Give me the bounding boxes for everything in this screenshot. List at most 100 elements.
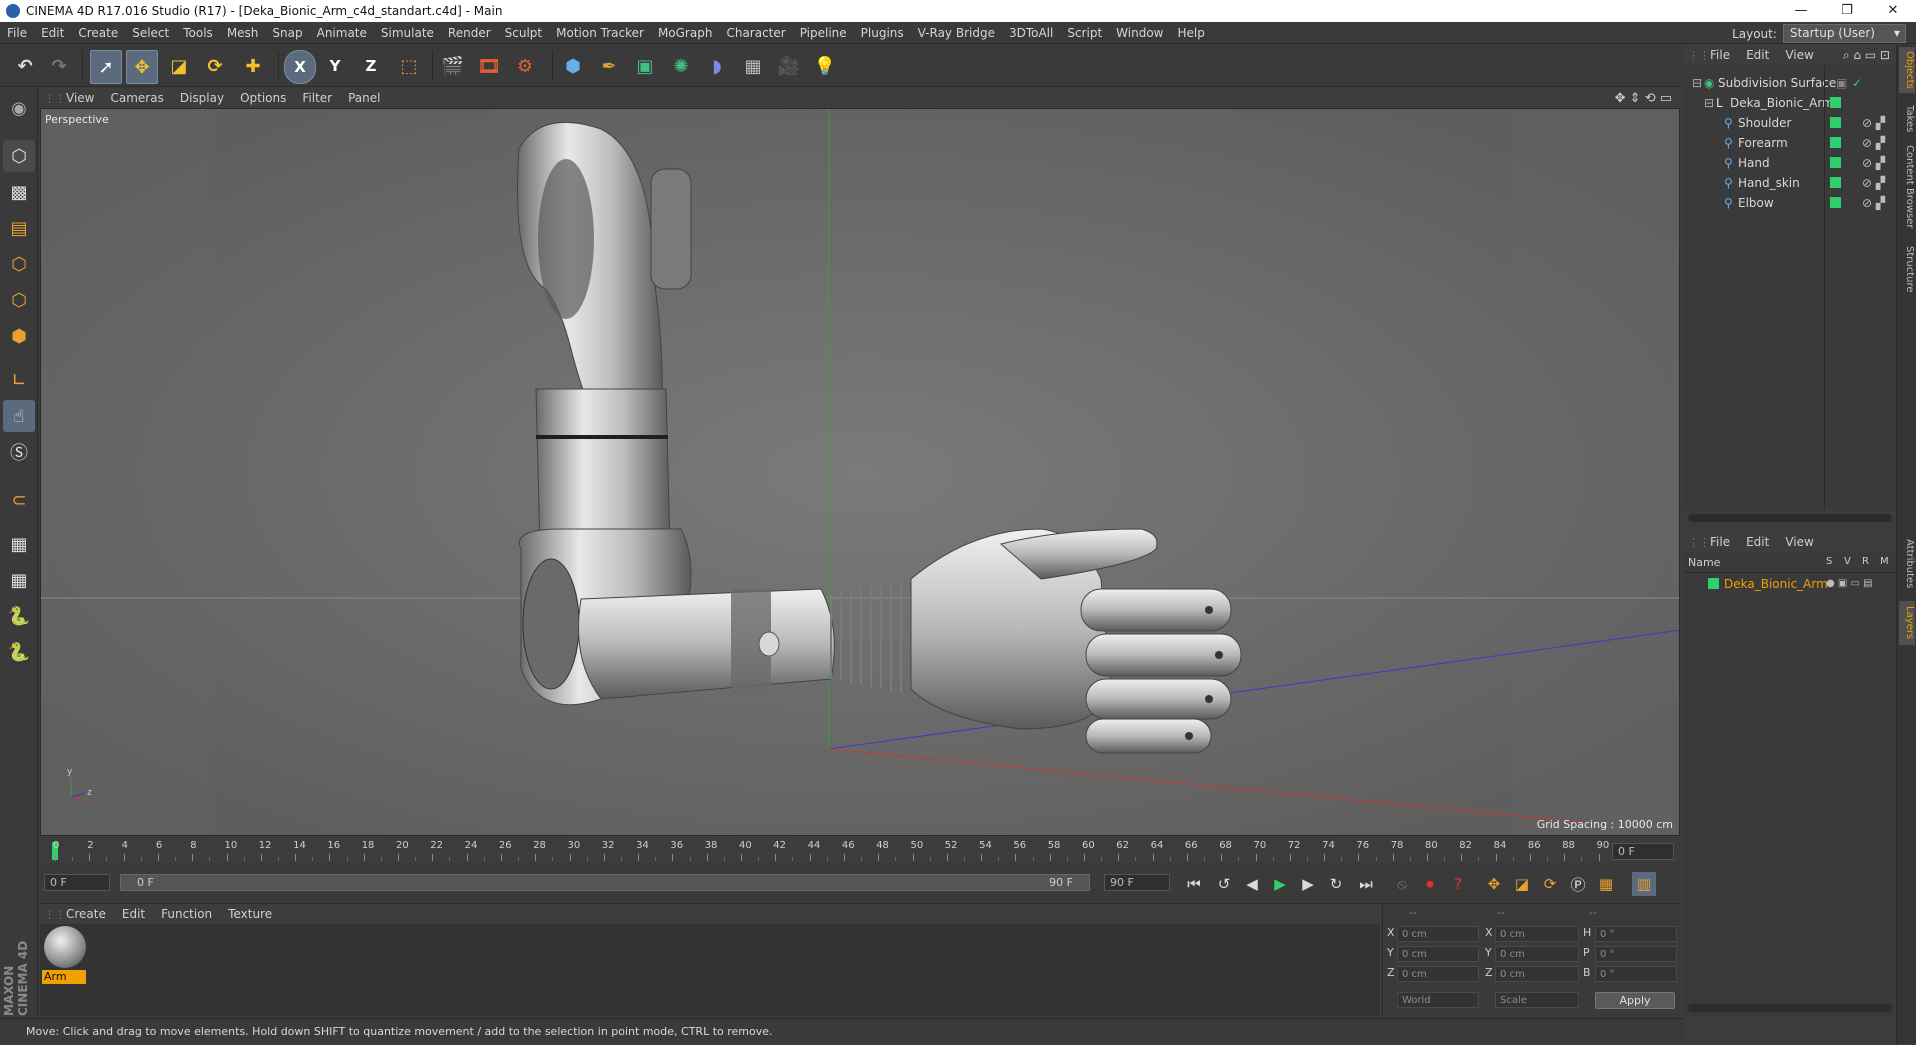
start-frame-field[interactable]: 0 F [44,874,110,891]
tab-content-browser[interactable]: Content Browser [1899,141,1915,233]
position-z-field[interactable]: 0 cm [1397,966,1479,982]
texture-mode-icon[interactable]: ▩ [3,176,35,208]
layer-menu-file[interactable]: File [1702,535,1738,549]
autokeying-icon[interactable]: ? [1446,872,1470,896]
viewport-menu-options[interactable]: Options [232,91,294,105]
material-menu-edit[interactable]: Edit [114,907,153,921]
python-script-icon[interactable]: 🐍 [3,600,35,632]
layer-name-deka-bionic-arm[interactable]: Deka_Bionic_Arm [1724,574,1828,594]
menu-motion-tracker[interactable]: Motion Tracker [549,22,651,44]
menu-script[interactable]: Script [1060,22,1109,44]
rotate-tool-icon[interactable]: ⟳ [200,50,230,82]
object-name-forearm[interactable]: Forearm [1738,133,1788,153]
menu-sculpt[interactable]: Sculpt [498,22,549,44]
object-row-hand-skin[interactable]: ⚲ Hand_skin ⊘ ▞ [1684,173,1896,193]
undo-icon[interactable]: ↶ [10,50,40,82]
solo-mode-icon[interactable]: Ⓢ [3,436,35,468]
size-y-field[interactable]: 0 cm [1495,946,1579,962]
material-menu-create[interactable]: Create [58,907,114,921]
key-rotation-icon[interactable]: ⟳ [1538,872,1562,896]
object-row-subdivision-surface[interactable]: ⊟ ◉ Subdivision Surface ▣ ✓ [1684,73,1896,93]
menu-3dtoall[interactable]: 3DToAll [1002,22,1060,44]
menu-edit[interactable]: Edit [34,22,71,44]
close-button[interactable]: ✕ [1870,0,1916,22]
position-x-field[interactable]: 0 cm [1397,926,1479,942]
deformer-icon[interactable]: ◗ [702,50,732,82]
object-name-elbow[interactable]: Elbow [1738,193,1774,213]
tab-structure[interactable]: Structure [1899,241,1915,297]
make-editable-icon[interactable]: ◉ [3,92,35,124]
object-name-deka-bionic-arm[interactable]: Deka_Bionic_Arm [1730,93,1834,113]
cloner-icon[interactable]: ✺ [666,50,696,82]
edges-mode-icon[interactable]: ⬡ [3,284,35,316]
object-name-hand-skin[interactable]: Hand_skin [1738,173,1800,193]
menu-render[interactable]: Render [441,22,498,44]
viewport-menu-cameras[interactable]: Cameras [102,91,171,105]
menu-plugins[interactable]: Plugins [854,22,911,44]
render-view-icon[interactable]: 🎬 [438,50,468,82]
material-name[interactable]: Arm [42,970,86,984]
camera-icon[interactable]: 🎥 [774,50,804,82]
planar-workplane-icon[interactable]: ▦ [3,564,35,596]
render-settings-icon[interactable]: ⚙ [510,50,540,82]
viewport-menu-view[interactable]: View [58,91,102,105]
tab-layers[interactable]: Layers [1899,601,1915,645]
material-menu-function[interactable]: Function [153,907,220,921]
object-menu-edit[interactable]: Edit [1738,48,1777,62]
menu-window[interactable]: Window [1109,22,1170,44]
menu-mograph[interactable]: MoGraph [651,22,720,44]
floor-icon[interactable]: ▦ [738,50,768,82]
spline-pen-icon[interactable]: ✒ [594,50,624,82]
tab-takes[interactable]: Takes [1899,101,1915,137]
object-menu-view[interactable]: View [1777,48,1821,62]
perspective-viewport[interactable]: y z Perspective Grid Spacing : 10000 cm [40,108,1680,836]
material-swatch[interactable] [44,926,86,968]
viewport-menu-panel[interactable]: Panel [340,91,388,105]
key-position-icon[interactable]: ✥ [1482,872,1506,896]
rotation-b-field[interactable]: 0 ° [1595,966,1677,982]
layer-menu-view[interactable]: View [1777,535,1821,549]
snap-icon[interactable]: ⊂ [3,484,35,516]
menu-select[interactable]: Select [125,22,176,44]
menu-animate[interactable]: Animate [310,22,374,44]
menu-simulate[interactable]: Simulate [374,22,441,44]
object-manager-tool-icons[interactable]: ⌕ ⌂ ▭ ⊡ [1843,48,1890,63]
record-keys-off-icon[interactable]: ⦸ [1390,872,1414,896]
material-menu-texture[interactable]: Texture [220,907,280,921]
recent-tools-icon[interactable]: ✚ [238,50,268,82]
key-parameter-icon[interactable]: Ⓟ [1566,872,1590,896]
preview-range-slider[interactable]: 0 F 90 F [120,874,1090,891]
next-key-icon[interactable]: ↻ [1324,872,1348,896]
light-icon[interactable]: 💡 [810,50,840,82]
object-name-subdivision-surface[interactable]: Subdivision Surface [1718,73,1836,93]
object-row-hand[interactable]: ⚲ Hand ⊘ ▞ [1684,153,1896,173]
coordinate-mode-dropdown[interactable]: World [1397,992,1479,1008]
menu-vray-bridge[interactable]: V-Ray Bridge [911,22,1002,44]
layer-manager-scrollbar[interactable] [1688,1004,1892,1012]
apply-button[interactable]: Apply [1595,992,1675,1009]
size-z-field[interactable]: 0 cm [1495,966,1579,982]
y-axis-lock-button[interactable]: Y [320,50,350,82]
menu-create[interactable]: Create [71,22,125,44]
end-frame-field[interactable]: 90 F [1104,874,1170,891]
model-mode-icon[interactable]: ⬡ [3,140,35,172]
viewport-menu-filter[interactable]: Filter [294,91,340,105]
python-script-icon[interactable]: 🐍 [3,636,35,668]
object-row-elbow[interactable]: ⚲ Elbow ⊘ ▞ [1684,193,1896,213]
scale-tool-icon[interactable]: ◪ [164,50,194,82]
next-frame-icon[interactable]: ▶ [1296,872,1320,896]
workplane-lock-icon[interactable]: ▦ [3,528,35,560]
previous-key-icon[interactable]: ↺ [1212,872,1236,896]
menu-snap[interactable]: Snap [265,22,309,44]
object-row-shoulder[interactable]: ⚲ Shoulder ⊘ ▞ [1684,113,1896,133]
previous-frame-icon[interactable]: ◀ [1240,872,1264,896]
layout-dropdown[interactable]: Startup (User) [1782,24,1906,43]
live-selection-icon[interactable]: ➚ [90,50,122,84]
tweak-mode-icon[interactable]: ☝ [3,400,35,432]
menu-mesh[interactable]: Mesh [220,22,266,44]
subdivision-surface-icon[interactable]: ▣ [630,50,660,82]
key-pla-icon[interactable]: ▦ [1594,872,1618,896]
current-frame-field[interactable]: 0 F [1612,843,1674,860]
layer-menu-edit[interactable]: Edit [1738,535,1777,549]
object-manager-scrollbar[interactable] [1688,514,1892,522]
